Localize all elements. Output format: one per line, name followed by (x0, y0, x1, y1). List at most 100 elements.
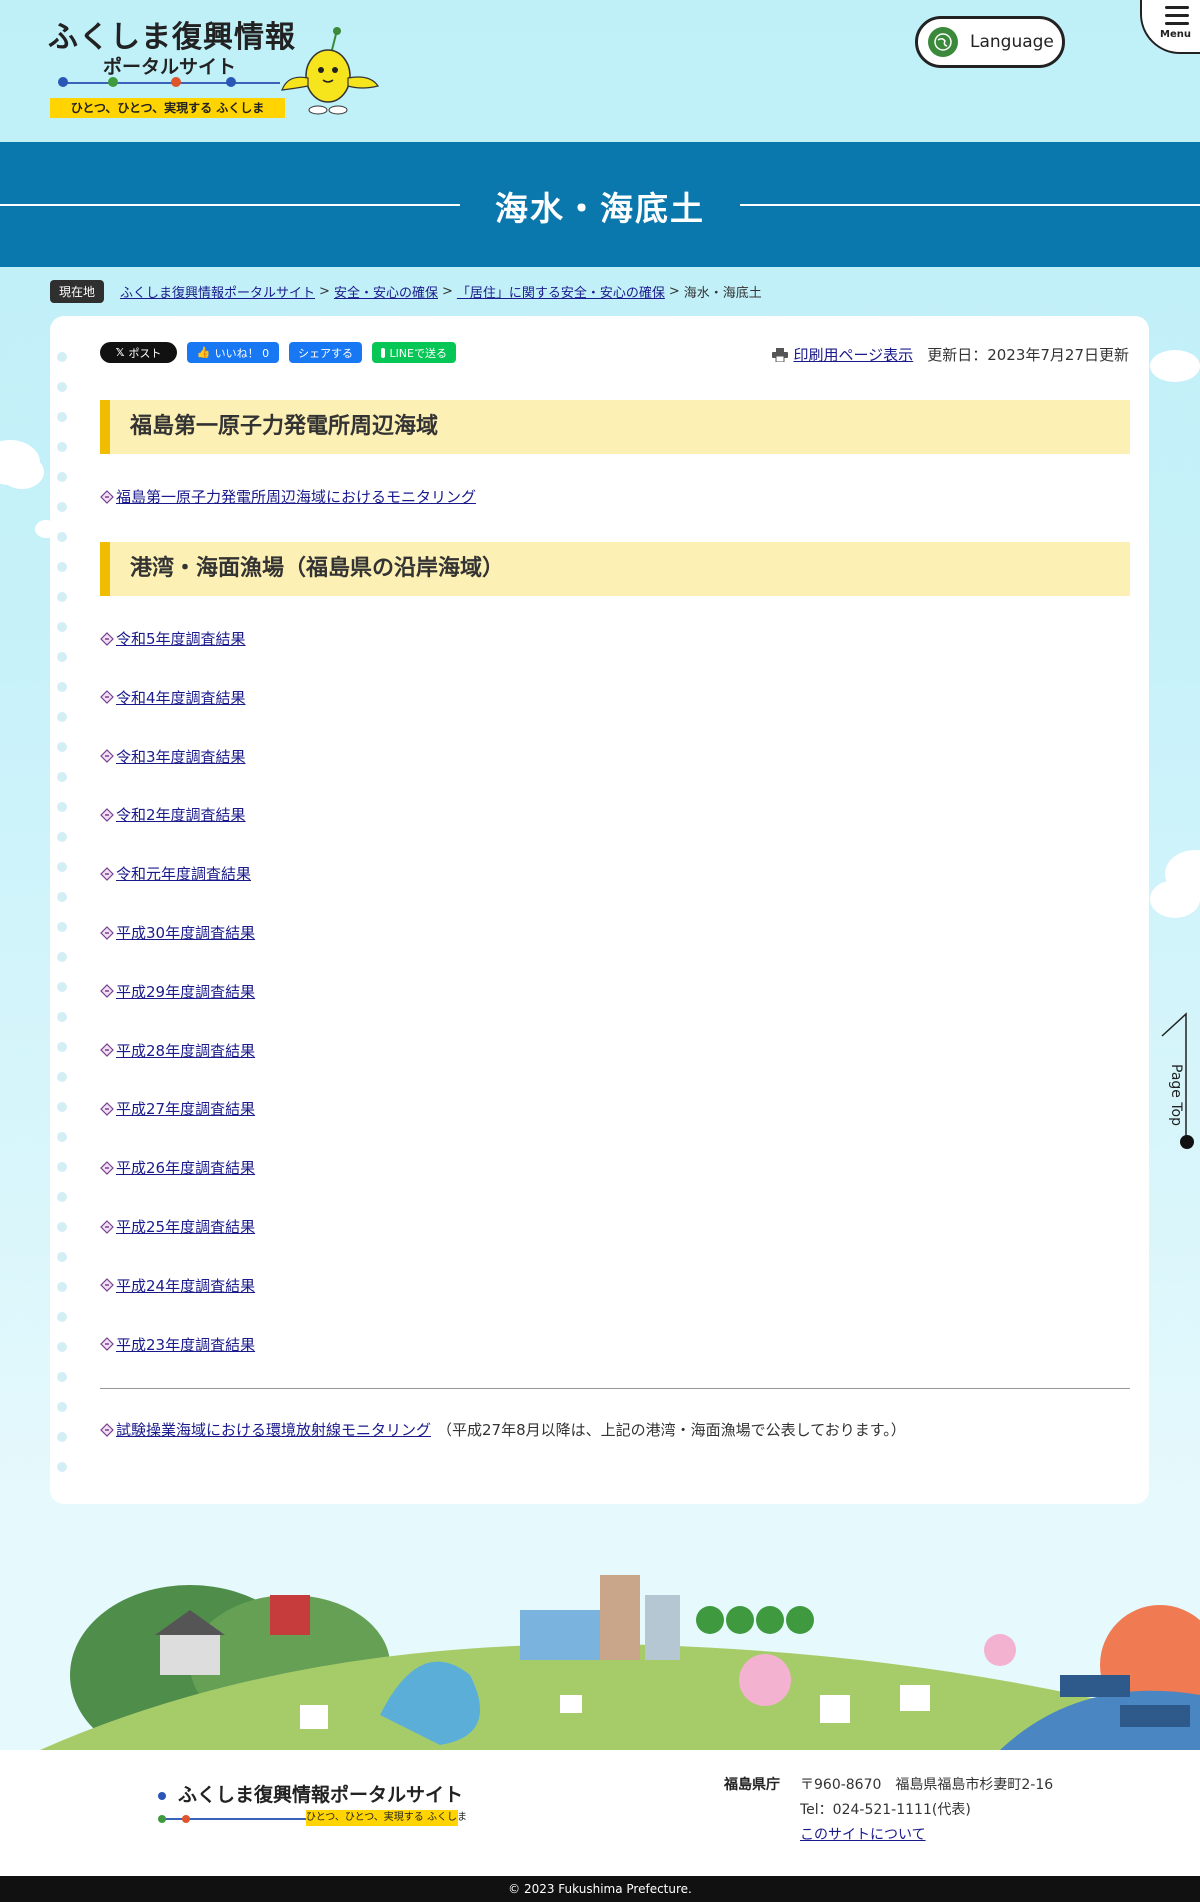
link-arrow-icon (100, 1278, 114, 1293)
binder-hole (57, 832, 67, 842)
survey-result-link[interactable]: 平成28年度調査結果 (116, 1040, 255, 1061)
breadcrumb-link-residence[interactable]: 「居住」に関する安全・安心の確保 (457, 282, 665, 301)
breadcrumb-link-home[interactable]: ふくしま復興情報ポータルサイト (120, 282, 315, 301)
logo-title: ふくしま復興情報 (48, 20, 296, 55)
binder-hole (57, 1342, 67, 1352)
line-send-button[interactable]: LINEで送る (372, 342, 456, 363)
footer-org-name: 福島県庁 (724, 1777, 780, 1793)
link-arrow-icon (100, 1160, 114, 1175)
survey-result-link[interactable]: 平成29年度調査結果 (116, 981, 255, 1002)
list-item: 令和元年度調査結果 (100, 863, 251, 884)
link-arrow-icon (100, 749, 114, 763)
breadcrumb-separator: > (668, 283, 680, 299)
link-arrow-icon (100, 866, 114, 881)
language-button[interactable]: Language (915, 16, 1065, 68)
list-item: 平成30年度調査結果 (100, 922, 255, 943)
breadcrumb: 現在地 ふくしま復興情報ポータルサイト > 安全・安心の確保 > 「居住」に関す… (50, 279, 762, 303)
binder-hole (57, 982, 67, 992)
binder-hole (57, 652, 67, 662)
breadcrumb-current: 海水・海底土 (683, 285, 762, 301)
footer-logo-dot (158, 1792, 166, 1800)
list-item: 平成26年度調査結果 (100, 1157, 255, 1178)
binder-hole (57, 1102, 67, 1112)
monitoring-link[interactable]: 福島第一原子力発電所周辺海域におけるモニタリング (116, 486, 476, 507)
cloud-decoration (1150, 880, 1200, 918)
list-item: 令和2年度調査結果 (100, 804, 246, 825)
binder-hole (57, 1372, 67, 1382)
binder-hole (57, 1252, 67, 1262)
binder-hole (57, 532, 67, 542)
binder-hole (57, 772, 67, 782)
binder-hole (57, 412, 67, 422)
extra-link-note: （平成27年8月以降は、上記の港湾・海面漁場で公表しております。） (437, 1421, 906, 1439)
list-item: 福島第一原子力発電所周辺海域におけるモニタリング (100, 486, 476, 507)
survey-result-link[interactable]: 令和元年度調査結果 (116, 863, 251, 884)
binder-hole (57, 1042, 67, 1052)
x-icon: 𝕏 (115, 346, 125, 359)
breadcrumb-link-safety[interactable]: 安全・安心の確保 (334, 282, 438, 301)
copyright: © 2023 Fukushima Prefecture. (0, 1876, 1200, 1902)
binder-hole (57, 952, 67, 962)
link-arrow-icon (100, 1102, 114, 1116)
x-post-label: ポスト (128, 346, 162, 360)
x-post-button[interactable]: 𝕏 ポスト (100, 342, 177, 363)
survey-result-link[interactable]: 令和5年度調査結果 (116, 628, 246, 649)
binder-hole (57, 472, 67, 482)
survey-result-link[interactable]: 令和4年度調査結果 (116, 687, 246, 708)
binder-hole (57, 1432, 67, 1442)
site-footer: ふくしま復興情報ポータルサイト ひとつ、ひとつ、実現する ふくしま 福島県庁 〒… (0, 1750, 1200, 1876)
survey-result-link[interactable]: 平成23年度調査結果 (116, 1334, 255, 1355)
binder-hole (57, 892, 67, 902)
list-item: 平成28年度調査結果 (100, 1040, 255, 1061)
binder-hole (57, 1012, 67, 1022)
binder-hole (57, 1402, 67, 1412)
survey-result-link[interactable]: 令和3年度調査結果 (116, 746, 246, 767)
breadcrumb-separator: > (319, 283, 330, 299)
menu-button[interactable]: Menu (1140, 0, 1200, 54)
logo-subtitle: ポータルサイト (103, 56, 237, 78)
footer-logo-tagline: ひとつ、ひとつ、実現する ふくしま (306, 1810, 467, 1826)
list-item: 令和5年度調査結果 (100, 628, 246, 649)
logo-dot (58, 77, 68, 87)
menu-label: Menu (1160, 29, 1191, 40)
binder-hole (57, 862, 67, 872)
binder-hole (57, 502, 67, 512)
page-title: 海水・海底土 (495, 189, 705, 228)
survey-result-link[interactable]: 平成27年度調査結果 (116, 1098, 255, 1119)
list-item: 平成27年度調査結果 (100, 1098, 255, 1119)
trial-fishing-monitoring-link[interactable]: 試験操業海域における環境放射線モニタリング (116, 1419, 431, 1440)
print-page-link[interactable]: 印刷用ページ表示 (793, 344, 913, 365)
logo-line (60, 82, 280, 84)
page-title-band: 海水・海底土 (0, 142, 1200, 267)
binder-hole (57, 352, 67, 362)
mascot-illustration (281, 27, 379, 115)
facebook-share-button[interactable]: シェアする (289, 342, 362, 363)
hamburger-icon (1165, 6, 1189, 30)
page-top-button[interactable]: Page Top (1158, 1012, 1200, 1162)
binder-hole (57, 1312, 67, 1322)
about-site-link[interactable]: このサイトについて (800, 1824, 926, 1844)
thumbs-up-icon: 👍 (196, 346, 211, 359)
footer-address: 〒960-8670 福島県福島市杉妻町2-16 (800, 1777, 1054, 1793)
cloud-decoration (1150, 350, 1200, 382)
breadcrumb-separator: > (441, 283, 453, 299)
section-heading: 港湾・海面漁場（福島県の沿岸海域） (100, 542, 1130, 596)
survey-result-link[interactable]: 平成26年度調査結果 (116, 1157, 255, 1178)
binder-hole (57, 1222, 67, 1232)
section-heading: 福島第一原子力発電所周辺海域 (100, 400, 1130, 454)
footer-logo-title: ふくしま復興情報ポータルサイト (178, 1784, 464, 1806)
binder-hole (57, 562, 67, 572)
town-landscape-illustration (40, 1575, 1200, 1750)
facebook-like-button[interactable]: 👍 いいね！ 0 (187, 342, 279, 363)
survey-result-link[interactable]: 平成25年度調査結果 (116, 1216, 255, 1237)
survey-result-link[interactable]: 平成30年度調査結果 (116, 922, 255, 943)
survey-result-link[interactable]: 平成24年度調査結果 (116, 1275, 255, 1296)
line-icon (381, 347, 386, 358)
share-buttons: 𝕏 ポスト 👍 いいね！ 0 シェアする LINEで送る (100, 342, 456, 364)
logo-dot (226, 77, 236, 87)
facebook-share-label: シェアする (298, 346, 353, 360)
survey-result-link[interactable]: 令和2年度調査結果 (116, 804, 246, 825)
binder-hole (57, 1132, 67, 1142)
logo-dot (171, 77, 181, 87)
binder-hole (57, 1282, 67, 1292)
